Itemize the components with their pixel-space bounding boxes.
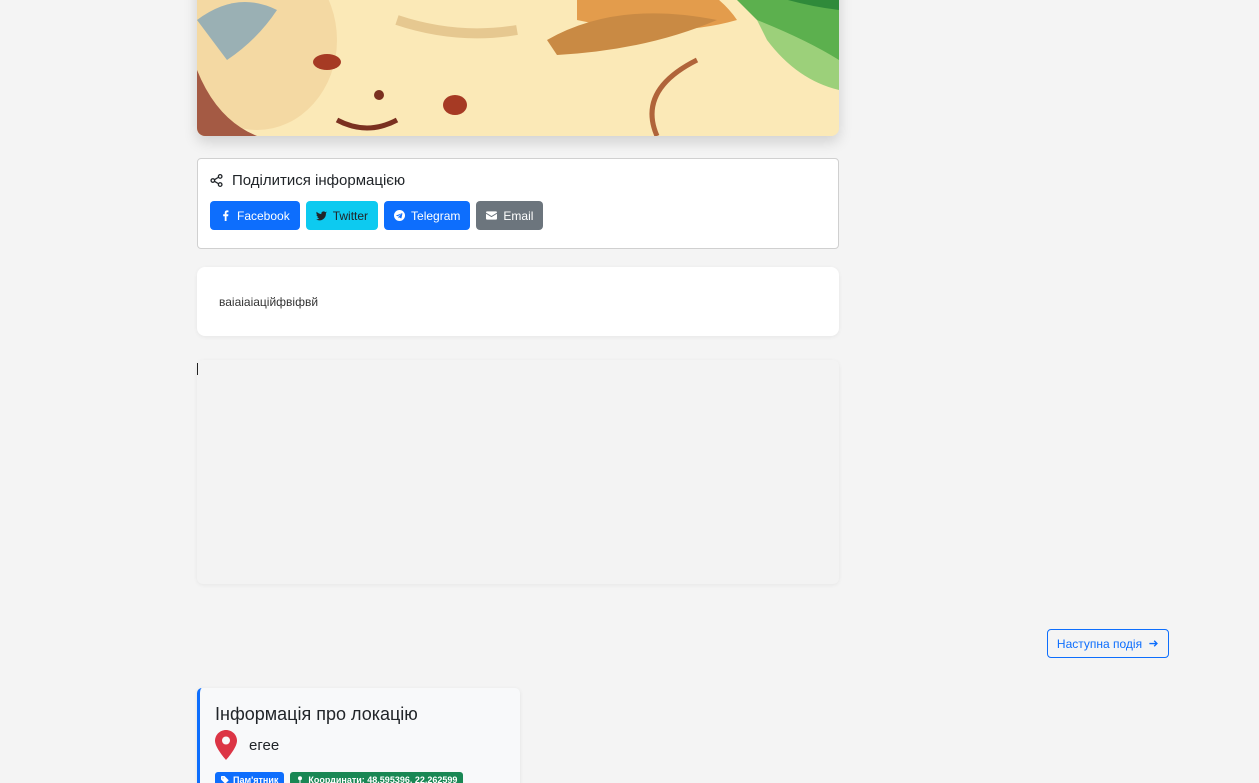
telegram-icon — [394, 210, 406, 221]
coordinates-badge: Координати: 48.595396, 22.262599 — [290, 772, 464, 783]
location-title: Інформація про локацію — [215, 704, 418, 724]
telegram-share-button[interactable]: Telegram — [384, 201, 471, 230]
location-name: егее — [249, 737, 280, 754]
next-event-button[interactable]: Наступна подія — [1047, 629, 1169, 658]
category-badge: Пам'ятник — [215, 772, 285, 783]
facebook-share-button[interactable]: Facebook — [210, 201, 300, 230]
facebook-icon — [223, 210, 229, 221]
telegram-share-label: Telegram — [411, 208, 461, 223]
text-cursor — [197, 363, 198, 375]
email-share-button[interactable]: Email — [476, 201, 544, 230]
twitter-icon — [315, 211, 327, 221]
description-card: ваіаіаіаційфвіфвй — [197, 267, 839, 336]
event-image — [197, 0, 839, 136]
facebook-share-label: Facebook — [237, 208, 290, 223]
location-badges: Пам'ятник Координати: 48.595396, 22.2625… — [215, 772, 464, 783]
category-badge-label: Пам'ятник — [233, 775, 279, 783]
embed-frame[interactable] — [197, 360, 839, 584]
share-buttons: Facebook Twitter Telegram Email — [210, 201, 544, 230]
location-card: Інформація про локацію егее Пам'ятник Ко… — [197, 688, 520, 783]
tag-icon — [221, 776, 229, 783]
twitter-share-label: Twitter — [332, 208, 369, 223]
next-event-label: Наступна подія — [1056, 636, 1143, 651]
email-share-label: Email — [503, 208, 534, 223]
arrow-right-icon — [1149, 640, 1159, 647]
description-text: ваіаіаіаційфвіфвй — [219, 295, 319, 309]
pin-icon — [298, 776, 303, 783]
map-marker-icon — [215, 730, 237, 760]
share-icon — [210, 174, 223, 187]
share-heading-text: Поділитися інформацією — [232, 172, 406, 189]
share-card: Поділитися інформацією Facebook Twitter … — [197, 158, 839, 249]
twitter-share-button[interactable]: Twitter — [305, 201, 379, 230]
coordinates-badge-label: Координати: 48.595396, 22.262599 — [308, 775, 458, 783]
share-heading: Поділитися інформацією — [210, 172, 405, 189]
envelope-icon — [486, 211, 498, 220]
